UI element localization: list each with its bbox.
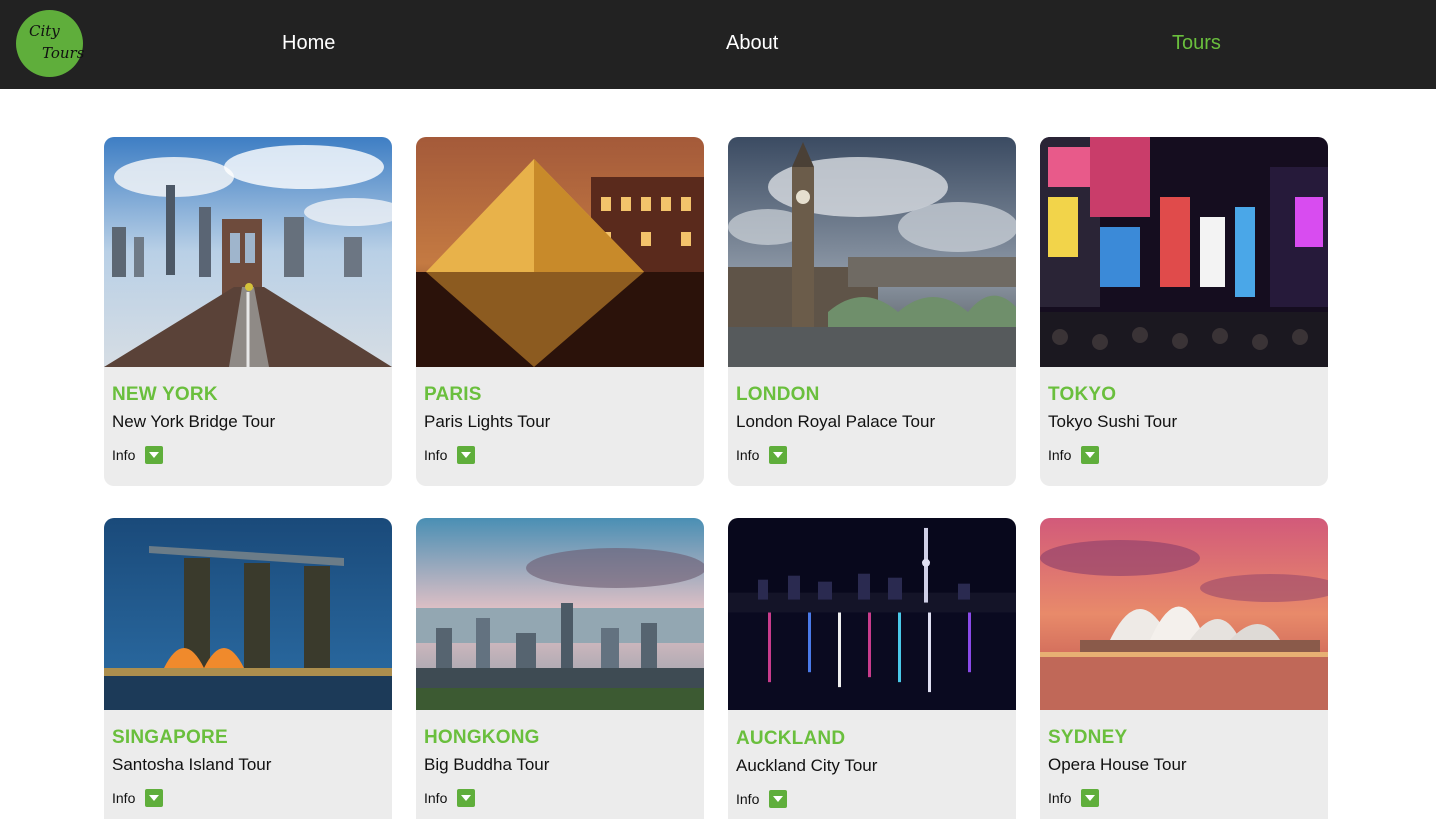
tour-card-paris: PARIS Paris Lights Tour Info [416, 137, 704, 486]
card-text: SYDNEY Opera House Tour Info [1048, 727, 1320, 807]
info-label: Info [112, 447, 136, 463]
tour-card-new-york: NEW YORK New York Bridge Tour Info [104, 137, 392, 486]
tour-name: London Royal Palace Tour [736, 412, 936, 431]
london-big-ben-photo [728, 137, 1016, 367]
tour-card-london: LONDON London Royal Palace Tour Info [728, 137, 1016, 486]
paris-louvre-photo [416, 137, 704, 367]
tour-name: New York Bridge Tour [112, 412, 276, 431]
city-name: SINGAPORE [112, 727, 228, 748]
info-label: Info [424, 447, 448, 463]
new-york-bridge-photo [104, 137, 392, 367]
caret-down-icon[interactable] [769, 790, 788, 808]
info-toggle[interactable]: Info [736, 446, 1008, 464]
nav-link-about[interactable]: About [726, 32, 778, 55]
tour-card-hongkong: HONGKONG Big Buddha Tour Info [416, 518, 704, 819]
caret-down-icon[interactable] [145, 789, 164, 807]
tour-name: Tokyo Sushi Tour [1048, 412, 1178, 431]
card-text: LONDON London Royal Palace Tour Info [736, 384, 1008, 464]
city-name: PARIS [424, 384, 482, 405]
tour-card-singapore: SINGAPORE Santosha Island Tour Info [104, 518, 392, 819]
info-label: Info [424, 790, 448, 806]
info-label: Info [736, 447, 760, 463]
caret-down-icon[interactable] [457, 789, 476, 807]
card-text: SINGAPORE Santosha Island Tour Info [112, 727, 384, 807]
nav-link-home[interactable]: Home [282, 32, 335, 55]
info-toggle[interactable]: Info [112, 789, 384, 807]
info-label: Info [1048, 447, 1072, 463]
tour-name: Paris Lights Tour [424, 412, 551, 431]
info-toggle[interactable]: Info [424, 789, 696, 807]
city-name: NEW YORK [112, 384, 218, 405]
logo-text-line2: Tours [42, 44, 85, 62]
info-label: Info [1048, 790, 1072, 806]
card-text: HONGKONG Big Buddha Tour Info [424, 727, 696, 807]
card-text: AUCKLAND Auckland City Tour Info [736, 728, 1008, 808]
info-label: Info [736, 791, 760, 807]
card-text: NEW YORK New York Bridge Tour Info [112, 384, 384, 464]
city-name: HONGKONG [424, 727, 540, 748]
card-text: TOKYO Tokyo Sushi Tour Info [1048, 384, 1320, 464]
auckland-night-photo [728, 518, 1016, 710]
caret-down-icon[interactable] [1081, 789, 1100, 807]
caret-down-icon[interactable] [457, 446, 476, 464]
tours-grid: NEW YORK New York Bridge Tour Info PARIS… [104, 137, 1328, 819]
info-toggle[interactable]: Info [112, 446, 384, 464]
nav-link-tours[interactable]: Tours [1172, 32, 1221, 55]
city-name: AUCKLAND [736, 728, 846, 749]
tour-card-sydney: SYDNEY Opera House Tour Info [1040, 518, 1328, 819]
logo-text-line1: City [29, 22, 60, 40]
tour-card-tokyo: TOKYO Tokyo Sushi Tour Info [1040, 137, 1328, 486]
caret-down-icon[interactable] [145, 446, 164, 464]
info-toggle[interactable]: Info [1048, 789, 1320, 807]
city-name: TOKYO [1048, 384, 1117, 405]
tour-name: Opera House Tour [1048, 755, 1187, 774]
tour-name: Santosha Island Tour [112, 755, 272, 774]
card-text: PARIS Paris Lights Tour Info [424, 384, 696, 464]
city-name: SYDNEY [1048, 727, 1128, 748]
info-toggle[interactable]: Info [1048, 446, 1320, 464]
sydney-opera-house-photo [1040, 518, 1328, 710]
city-tours-logo[interactable]: City Tours [16, 10, 85, 77]
top-navbar: City Tours Home About Tours [0, 0, 1436, 89]
caret-down-icon[interactable] [1081, 446, 1100, 464]
info-toggle[interactable]: Info [736, 790, 1008, 808]
info-toggle[interactable]: Info [424, 446, 696, 464]
singapore-marina-bay-photo [104, 518, 392, 710]
info-label: Info [112, 790, 136, 806]
caret-down-icon[interactable] [769, 446, 788, 464]
tokyo-street-photo [1040, 137, 1328, 367]
tour-card-auckland: AUCKLAND Auckland City Tour Info [728, 518, 1016, 819]
hongkong-skyline-photo [416, 518, 704, 710]
tour-name: Big Buddha Tour [424, 755, 550, 774]
tour-name: Auckland City Tour [736, 756, 878, 775]
city-name: LONDON [736, 384, 820, 405]
